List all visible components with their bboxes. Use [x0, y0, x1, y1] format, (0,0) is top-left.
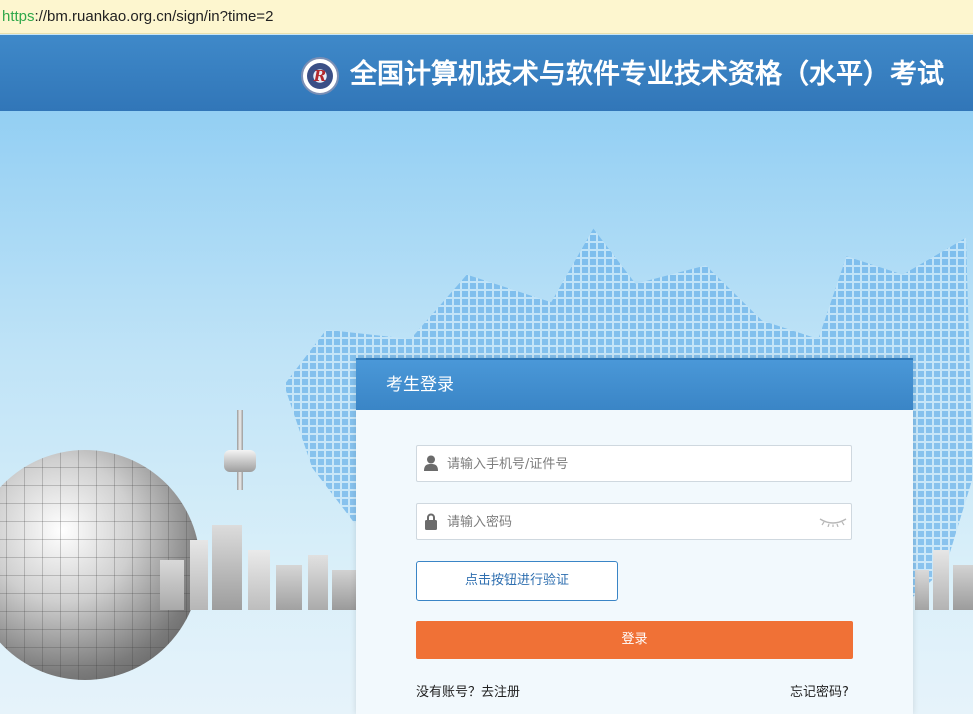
login-button[interactable]: 登录 — [416, 621, 853, 659]
site-title: 全国计算机技术与软件专业技术资格（水平）考试 — [350, 59, 944, 90]
account-field[interactable] — [416, 445, 852, 483]
login-panel-header: 考生登录 — [356, 358, 913, 410]
city-skyline-decoration — [150, 520, 360, 610]
exam-seal-logo-icon: R — [301, 57, 339, 95]
captcha-verify-button[interactable]: 点击按钮进行验证 — [416, 561, 618, 601]
account-input[interactable] — [445, 446, 819, 483]
user-icon — [424, 455, 438, 471]
password-field[interactable] — [416, 503, 852, 541]
register-link[interactable]: 没有账号？去注册 — [416, 681, 520, 700]
url-scheme: https — [2, 8, 35, 25]
tv-tower-pod-decoration — [224, 450, 256, 472]
address-bar[interactable]: https://bm.ruankao.org.cn/sign/in?time=2 — [0, 0, 973, 34]
login-panel: 考生登录 点击按钮进行验证 登录 没有账号？去注册 忘记密码? — [356, 358, 913, 714]
url-path: ://bm.ruankao.org.cn/sign/in?time=2 — [34, 8, 274, 25]
city-skyline-right-decoration — [915, 550, 973, 610]
login-title: 考生登录 — [386, 375, 454, 395]
site-header: R 全国计算机技术与软件专业技术资格（水平）考试 — [0, 35, 973, 111]
forgot-password-link[interactable]: 忘记密码? — [790, 681, 849, 700]
password-input[interactable] — [445, 504, 819, 541]
lock-icon — [425, 513, 437, 530]
eye-closed-icon[interactable] — [819, 517, 847, 527]
